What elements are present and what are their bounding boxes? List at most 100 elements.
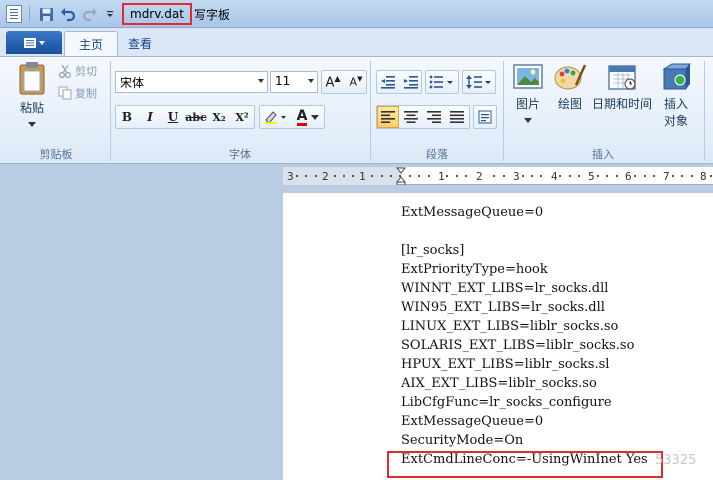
insert-group-label: 插入	[592, 148, 614, 161]
underline-button[interactable]: U	[162, 106, 184, 128]
strikethrough-button[interactable]: abc	[185, 106, 207, 128]
indent-marker-icon[interactable]	[396, 167, 406, 185]
ruler-tick	[559, 175, 561, 177]
ruler-tick	[456, 175, 458, 177]
picture-label: 图片	[515, 97, 540, 111]
superscript-button[interactable]: X²	[231, 106, 253, 128]
shrink-font-icon[interactable]: A▼	[345, 71, 367, 93]
align-left-icon[interactable]	[377, 106, 399, 128]
group-divider	[370, 61, 371, 161]
cut-button[interactable]: 剪切	[58, 63, 97, 79]
document-line[interactable]: ExtMessageQueue=0	[401, 203, 648, 222]
grow-font-icon[interactable]: A▲	[322, 71, 344, 93]
ruler-tick	[653, 175, 655, 177]
insert-picture-button[interactable]: 图片	[510, 63, 546, 123]
clipboard-group-label: 剪贴板	[39, 148, 73, 161]
ruler-tick	[381, 175, 383, 177]
ruler-tick	[578, 175, 580, 177]
line-spacing-icon	[463, 71, 495, 93]
document-line[interactable]	[401, 222, 648, 241]
paste-dropdown-icon	[28, 122, 36, 127]
chevron-down-icon	[258, 79, 264, 83]
ribbon-tab-strip: 主页 查看	[0, 28, 713, 56]
font-size-value: 11	[275, 74, 291, 88]
document-line[interactable]: WIN95_EXT_LIBS=lr_socks.dll	[401, 298, 648, 317]
app-title: 写字板	[194, 8, 231, 22]
paste-button[interactable]: 粘贴	[14, 61, 50, 139]
align-right-icon[interactable]	[423, 106, 445, 128]
ruler-number: 8	[700, 170, 707, 183]
insert-object-label-2: 对象	[663, 114, 688, 128]
document-line[interactable]: HPUX_EXT_LIBS=liblr_socks.sl	[401, 355, 648, 374]
group-divider	[503, 61, 504, 161]
ruler-tick	[428, 175, 430, 177]
document-line[interactable]: LINUX_EXT_LIBS=liblr_socks.so	[401, 317, 648, 336]
insert-paint-drawing-button[interactable]: 绘图	[552, 63, 588, 112]
subscript-button[interactable]: X₂	[208, 106, 230, 128]
ruler-tick	[305, 175, 307, 177]
ruler-number: 5	[588, 170, 595, 183]
ruler-tick	[503, 175, 505, 177]
font-color-button[interactable]: A	[292, 106, 324, 128]
document-line[interactable]: SOLARIS_EXT_LIBS=liblr_socks.so	[401, 336, 648, 355]
ruler-tick	[334, 175, 336, 177]
list-style-group[interactable]	[425, 70, 459, 94]
ruler-number: 1	[359, 170, 366, 183]
document-line[interactable]: ExtMessageQueue=0	[401, 412, 648, 431]
picture-icon	[513, 64, 543, 89]
font-size-select[interactable]: 11	[270, 71, 318, 93]
font-group-label: 字体	[229, 148, 251, 161]
paragraph-dialog-icon[interactable]	[474, 106, 496, 128]
ruler-tick	[493, 175, 495, 177]
chevron-down-icon	[308, 79, 314, 83]
document-line[interactable]: SecurityMode=On	[401, 431, 648, 450]
save-icon[interactable]	[37, 5, 55, 23]
tab-view[interactable]: 查看	[114, 31, 166, 56]
ruler-number: 6	[625, 170, 632, 183]
line-spacing-group[interactable]	[462, 70, 496, 94]
document-title: mdrv.dat	[122, 3, 192, 25]
align-center-icon[interactable]	[400, 106, 422, 128]
redo-icon[interactable]	[81, 5, 99, 23]
copy-button[interactable]: 复制	[58, 85, 97, 101]
ruler-tick	[352, 175, 354, 177]
file-menu-button[interactable]	[6, 31, 62, 54]
ruler-tick	[681, 175, 683, 177]
color-group: A	[259, 105, 325, 129]
document-line[interactable]: WINNT_EXT_LIBS=lr_socks.dll	[401, 279, 648, 298]
file-menu-icon	[24, 37, 45, 48]
ruler-tick	[616, 175, 618, 177]
ruler-tick	[371, 175, 373, 177]
increase-indent-icon[interactable]	[400, 71, 422, 93]
document-content[interactable]: ExtMessageQueue=0 [lr_socks] ExtPriorityTy…	[401, 203, 648, 469]
tab-home[interactable]: 主页	[64, 31, 119, 56]
ruler-tick	[409, 175, 411, 177]
copy-label: 复制	[75, 87, 97, 100]
document-line[interactable]: AIX_EXT_LIBS=liblr_socks.so	[401, 374, 648, 393]
font-family-select[interactable]: 宋体	[115, 71, 268, 93]
ruler-number: 3	[513, 170, 520, 183]
undo-icon[interactable]	[59, 5, 77, 23]
ruler-tick	[540, 175, 542, 177]
document-line[interactable]: ExtPriorityType=hook	[401, 260, 648, 279]
document-line[interactable]: [lr_socks]	[401, 241, 648, 260]
bold-button[interactable]: B	[116, 106, 138, 128]
insert-datetime-button[interactable]: 日期和时间	[591, 63, 653, 112]
italic-button[interactable]: I	[139, 106, 161, 128]
highlight-color-button[interactable]	[260, 106, 290, 128]
watermark-text: 53325	[655, 453, 697, 468]
quick-access-dropdown-icon[interactable]	[101, 5, 119, 23]
justify-icon[interactable]	[446, 106, 468, 128]
document-line[interactable]: LibCfgFunc=lr_socks_configure	[401, 393, 648, 412]
decrease-indent-icon[interactable]	[377, 71, 399, 93]
ruler-number: 1	[438, 170, 445, 183]
insert-object-button[interactable]: 插入 对象	[658, 63, 694, 129]
ruler-tick	[710, 175, 712, 177]
font-grow-shrink-group: A▲ A▼	[321, 70, 367, 94]
datetime-label: 日期和时间	[591, 97, 652, 111]
indent-group	[376, 70, 422, 94]
clipboard-icon	[19, 62, 45, 95]
wordpad-app-icon[interactable]	[6, 5, 22, 23]
scissors-icon	[58, 64, 72, 78]
ruler-tick	[634, 175, 636, 177]
